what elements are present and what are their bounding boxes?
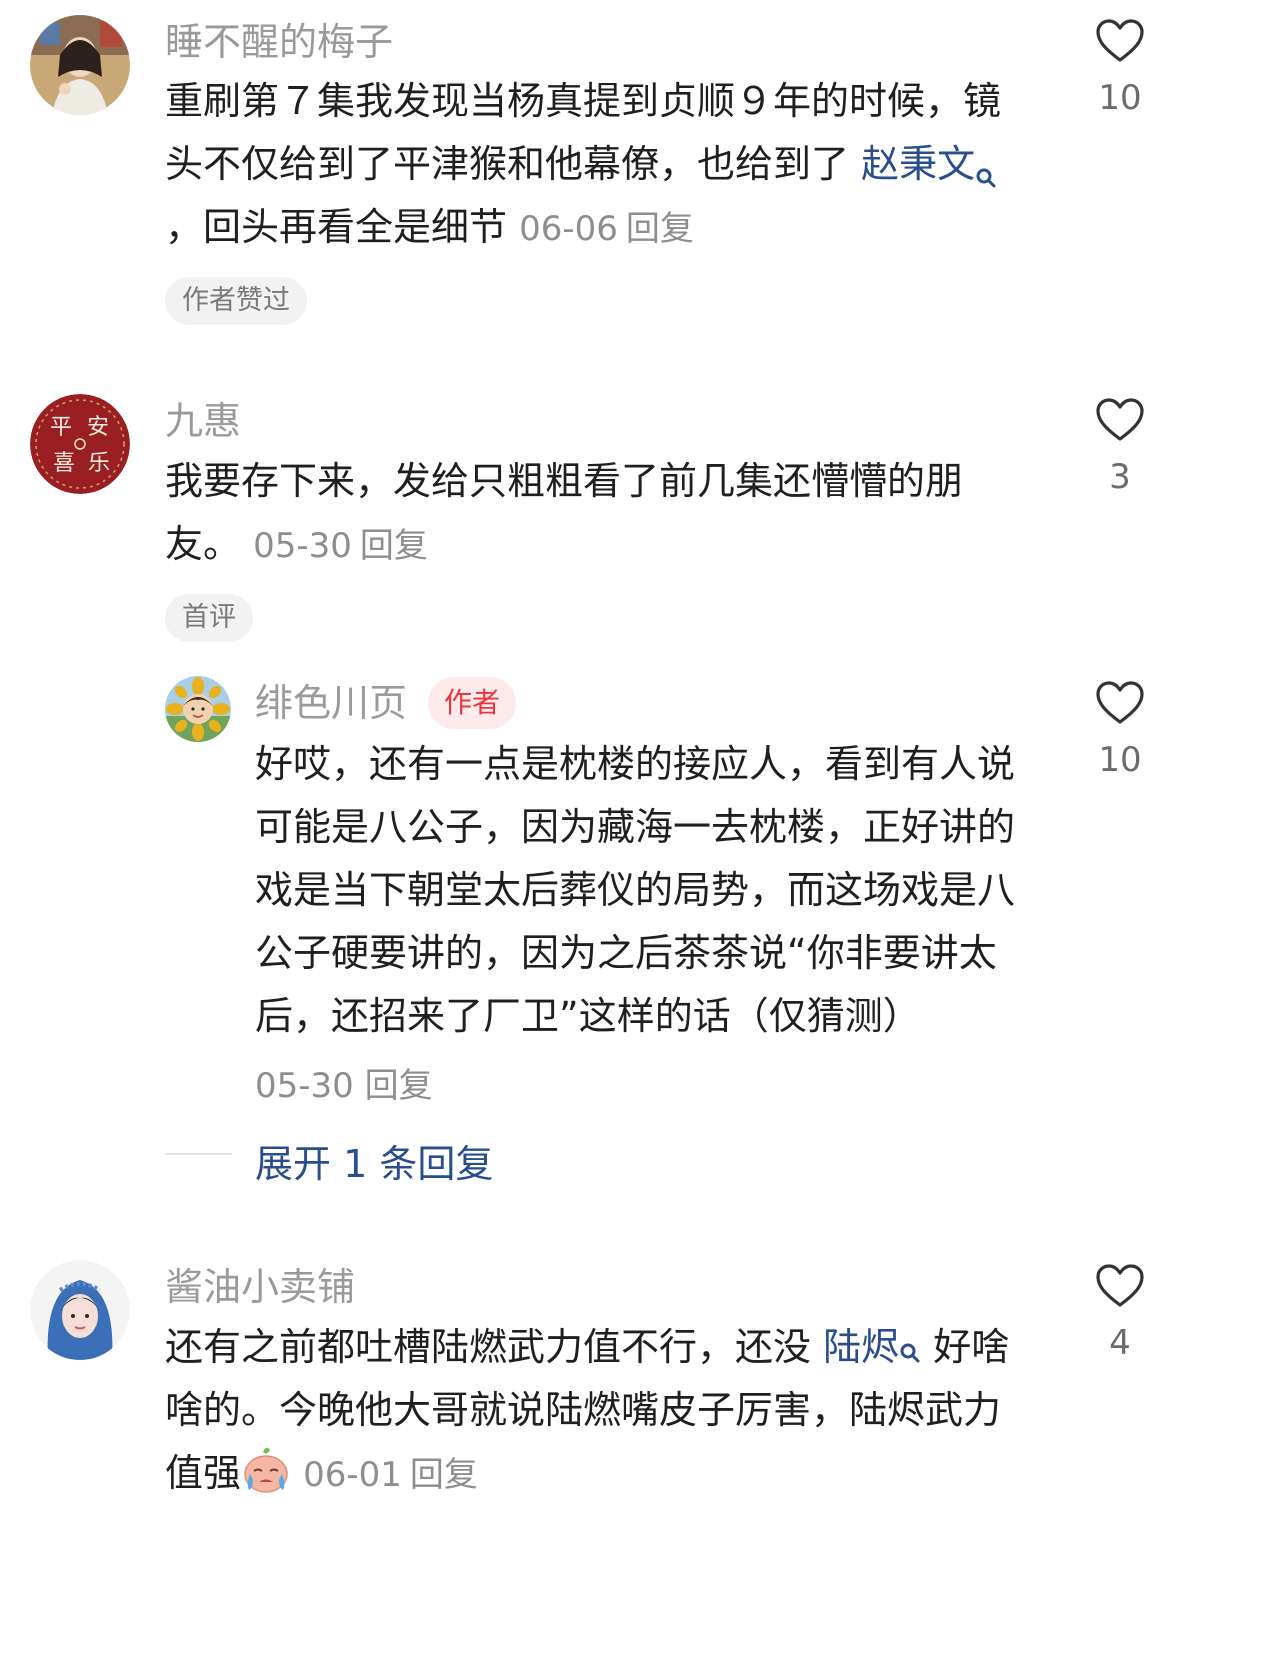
comment-meta: 06-06 回复 [519, 209, 694, 249]
comment-text: 我要存下来，发给只粗粗看了前几集还懵懵的朋友。 05-30 回复 [165, 450, 1035, 578]
heart-outline-icon [1096, 681, 1144, 724]
avatar-char: 平 [50, 415, 72, 440]
like-button[interactable]: 10 [1085, 680, 1155, 780]
reply-username[interactable]: 绯色川页 [255, 678, 407, 728]
expand-replies-button[interactable]: 展开 1 条回复 [255, 1133, 493, 1188]
comment-text: 重刷第７集我发现当杨真提到贞顺９年的时候，镜头不仅给到了平津猴和他幕僚，也给到了… [165, 70, 1035, 261]
avatar[interactable]: 平 安 喜 乐 [30, 394, 130, 494]
comment-meta: 05-30 回复 [253, 526, 428, 566]
comment-date: 06-01 [303, 1455, 402, 1495]
comment-text-part: ，回头再看全是细节 [165, 205, 508, 249]
comment-text: 还有之前都吐槽陆燃武力值不行，还没 陆烬 好啥啥的。今晚他大哥就说陆燃嘴皮子厉害… [165, 1316, 1035, 1507]
like-count: 4 [1109, 1323, 1131, 1363]
comment-text-part: 还有之前都吐槽陆燃武力值不行，还没 [165, 1325, 824, 1369]
author-liked-tag: 作者赞过 [165, 277, 307, 325]
username[interactable]: 睡不醒的梅子 [165, 17, 393, 67]
like-button[interactable]: 4 [1085, 1263, 1155, 1363]
reply-meta: 05-30 回复 [255, 1058, 433, 1107]
heart-outline-icon [1096, 398, 1144, 441]
avatar[interactable] [30, 15, 130, 115]
search-icon[interactable] [975, 145, 997, 188]
avatar-char: 安 [87, 415, 109, 440]
avatar-char: 乐 [88, 451, 110, 476]
reply-button[interactable]: 回复 [626, 209, 694, 249]
first-comment-tag: 首评 [165, 594, 253, 642]
like-button[interactable]: 10 [1085, 18, 1155, 118]
keyword-link[interactable]: 陆烬 [823, 1325, 899, 1369]
search-icon[interactable] [899, 1320, 921, 1363]
reply-button[interactable]: 回复 [365, 1066, 433, 1106]
author-badge: 作者 [428, 677, 517, 729]
keyword-link[interactable]: 赵秉文 [861, 142, 975, 186]
reply-text: 好哎，还有一点是枕楼的接应人，看到有人说可能是八公子，因为藏海一去枕楼，正好讲的… [255, 742, 1016, 1038]
expand-divider [165, 1153, 232, 1155]
like-count: 10 [1098, 740, 1142, 780]
reply-button[interactable]: 回复 [410, 1455, 478, 1495]
heart-outline-icon [1096, 19, 1144, 62]
comment-meta: 06-01 回复 [303, 1455, 478, 1495]
reply-avatar[interactable] [165, 676, 231, 742]
comment-date: 06-06 [519, 209, 618, 249]
heart-outline-icon [1096, 1264, 1144, 1307]
crying-emoji-icon [241, 1444, 291, 1494]
comment-date: 05-30 [253, 526, 352, 566]
like-count: 10 [1098, 78, 1142, 118]
avatar[interactable] [30, 1260, 130, 1360]
reply-date: 05-30 [255, 1066, 354, 1106]
avatar-char: 喜 [53, 451, 75, 476]
username[interactable]: 九惠 [165, 396, 241, 446]
like-count: 3 [1109, 457, 1131, 497]
reply-button[interactable]: 回复 [360, 526, 428, 566]
like-button[interactable]: 3 [1085, 397, 1155, 497]
username[interactable]: 酱油小卖铺 [165, 1262, 355, 1312]
